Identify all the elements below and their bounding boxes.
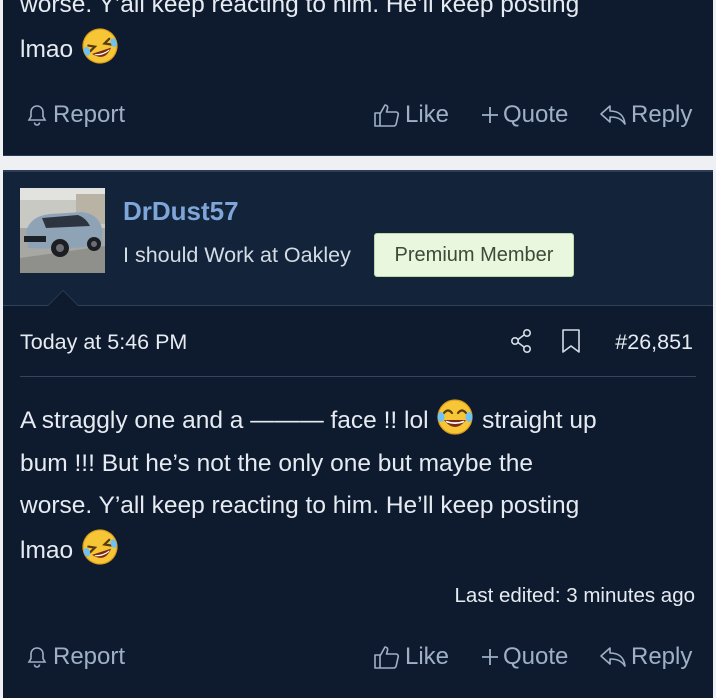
post-body-line: A straggly one and a ——— face !! lol str… (20, 398, 695, 443)
bell-icon (25, 645, 49, 669)
like-label: Like (405, 643, 450, 670)
reply-label: Reply (631, 101, 693, 128)
divider (20, 376, 696, 377)
post-actions: Report Like Quote Reply (25, 643, 693, 673)
post-body-text: straight up (482, 407, 597, 434)
report-button[interactable]: Report (25, 643, 125, 671)
premium-member-badge: Premium Member (374, 233, 574, 277)
post-body-line: bum !!! But he’s not the only one but ma… (20, 449, 534, 477)
avatar[interactable] (20, 188, 105, 273)
plus-icon (481, 106, 499, 124)
reply-arrow-icon (599, 103, 627, 127)
post-body: worse. Y’all keep reacting to him. He’ll… (20, 0, 695, 71)
post-body-line: lmao (20, 528, 695, 573)
post-date-link[interactable]: Today at 5:46 PM (20, 330, 187, 355)
post-user-header (3, 170, 713, 306)
post-actions: Report Like Quote Reply (25, 101, 693, 131)
plus-icon (481, 648, 499, 666)
post-body-text: lmao (20, 35, 74, 63)
post-number-link[interactable]: #26,851 (615, 330, 693, 355)
quote-button[interactable]: Quote (481, 101, 568, 129)
rolling-on-floor-laughing-icon (80, 528, 120, 566)
post-body: A straggly one and a ——— face !! lol str… (20, 398, 695, 572)
quote-label: Quote (503, 643, 569, 670)
last-edited-text: Last edited: 3 minutes ago (454, 584, 695, 607)
user-title: I should Work at Oakley (123, 243, 351, 267)
quote-label: Quote (503, 101, 569, 128)
previous-post: worse. Y’all keep reacting to him. He’ll… (3, 0, 713, 156)
reply-label: Reply (631, 643, 693, 670)
post-body-text: lmao (20, 536, 74, 564)
thumbs-up-icon (373, 644, 401, 670)
post-body-line: worse. Y’all keep reacting to him. He’ll… (20, 0, 580, 18)
divider (3, 305, 713, 306)
header-pointer (47, 290, 79, 306)
post-meta: Today at 5:46 PM #26,851 (20, 328, 693, 358)
thumbs-up-icon (373, 102, 401, 128)
like-button[interactable]: Like (373, 643, 449, 671)
report-label: Report (53, 101, 126, 128)
report-button[interactable]: Report (25, 101, 125, 129)
reply-button[interactable]: Reply (599, 101, 692, 129)
post-body-line: lmao (20, 27, 695, 72)
forum-post: DrDust57 I should Work at Oakley Premium… (3, 170, 713, 698)
like-button[interactable]: Like (373, 101, 449, 129)
post-body-text: A straggly one and a ——— face !! lol (20, 407, 429, 434)
reply-arrow-icon (599, 645, 627, 669)
bell-icon (25, 103, 49, 127)
report-label: Report (53, 643, 126, 670)
like-label: Like (405, 101, 450, 128)
quote-button[interactable]: Quote (481, 643, 568, 671)
username-link[interactable]: DrDust57 (123, 196, 239, 227)
share-icon[interactable] (509, 328, 533, 360)
post-body-line: worse. Y’all keep reacting to him. He’ll… (20, 492, 580, 519)
reply-button[interactable]: Reply (599, 643, 692, 671)
bookmark-icon[interactable] (560, 328, 582, 360)
rolling-on-floor-laughing-icon (80, 27, 120, 65)
grinning-with-tears-icon (435, 398, 475, 436)
